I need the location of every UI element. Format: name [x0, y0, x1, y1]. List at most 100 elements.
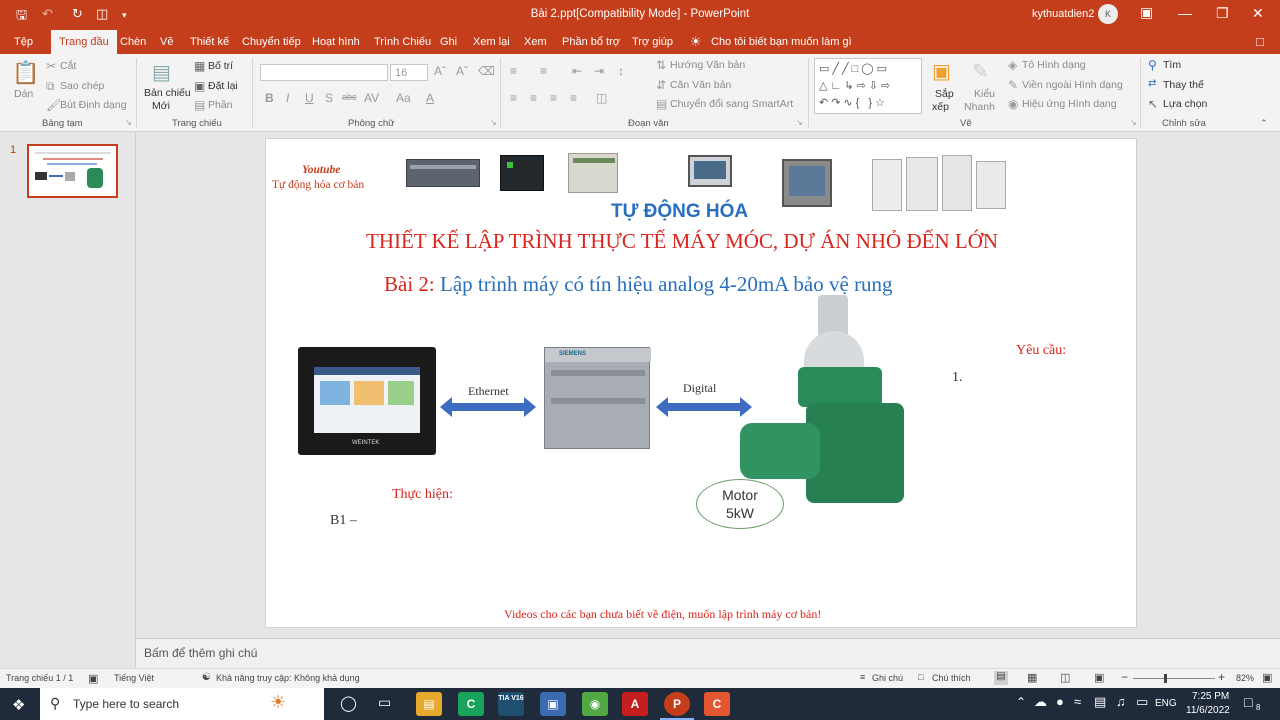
wifi-icon[interactable]: ≈: [1074, 694, 1081, 709]
decrease-indent-icon[interactable]: ⇤: [572, 64, 582, 78]
slide-sorter-icon[interactable]: ▦: [1027, 671, 1037, 684]
align-text-button[interactable]: Căn Văn bản: [670, 79, 731, 91]
onedrive-icon[interactable]: ☁: [1034, 694, 1047, 710]
slide-thumbnail[interactable]: [27, 144, 118, 198]
shapes-gallery[interactable]: ▭╱╱□◯▭ △∟↳⇨⇩⇨ ↶↷∿{ }☆: [814, 58, 922, 114]
clipboard-launcher-icon[interactable]: ↘: [125, 118, 132, 127]
paste-button[interactable]: Dán: [14, 88, 33, 100]
acrobat-icon[interactable]: A: [622, 692, 648, 716]
font-name-select[interactable]: [260, 64, 388, 81]
format-painter-button[interactable]: Bút Định dạng: [60, 99, 127, 111]
close-icon[interactable]: ✕: [1252, 5, 1264, 22]
task-view-icon[interactable]: ▭: [378, 694, 391, 711]
shadow-button[interactable]: S: [325, 91, 333, 105]
minimize-icon[interactable]: —: [1178, 5, 1192, 21]
tab-animations[interactable]: Hoạt hình: [312, 36, 360, 48]
shape-effects-button[interactable]: Hiệu ứng Hình dạng: [1022, 98, 1117, 110]
tab-draw[interactable]: Vẽ: [160, 36, 173, 48]
layout-button[interactable]: Bố trí: [208, 60, 233, 72]
zoom-slider[interactable]: [1133, 678, 1215, 679]
drawing-launcher-icon[interactable]: ↘: [1130, 118, 1137, 127]
zoom-slider-thumb[interactable]: [1164, 674, 1167, 683]
notes-placeholder[interactable]: Bấm để thêm ghi chú: [144, 646, 257, 660]
tab-transitions[interactable]: Chuyển tiếp: [242, 36, 301, 48]
battery-icon[interactable]: ▭: [1136, 694, 1148, 710]
language-label[interactable]: Tiếng Việt: [114, 673, 154, 683]
windows-start-icon[interactable]: ❖: [12, 696, 25, 714]
arrange-icon[interactable]: ▣: [932, 59, 951, 84]
taskbar-search-placeholder[interactable]: Type here to search: [73, 697, 179, 711]
zoom-out-icon[interactable]: −: [1121, 670, 1128, 684]
notes-button[interactable]: Ghi chú: [872, 673, 903, 683]
fit-slide-icon[interactable]: ▣: [1262, 671, 1272, 684]
text-direction-button[interactable]: Hướng Văn bản: [670, 59, 745, 71]
align-center-icon[interactable]: ≡: [530, 91, 537, 105]
powerpoint-taskbar-icon[interactable]: P: [664, 692, 690, 716]
microphone-icon[interactable]: ●: [1056, 694, 1064, 709]
new-slide-button[interactable]: Bản chiếu: [144, 87, 191, 99]
tab-slideshow[interactable]: Trình Chiếu: [374, 36, 431, 48]
notes-pane[interactable]: Bấm để thêm ghi chú: [136, 638, 1280, 668]
find-button[interactable]: Tìm: [1163, 59, 1181, 71]
font-launcher-icon[interactable]: ↘: [490, 118, 497, 127]
bullets-icon[interactable]: ≡: [510, 64, 517, 78]
char-spacing-button[interactable]: AV: [364, 91, 379, 105]
camtasia-recorder-icon[interactable]: C: [704, 692, 730, 716]
user-name[interactable]: kythuatdien2: [1032, 8, 1094, 20]
new-slide-icon[interactable]: ▤: [152, 60, 171, 85]
bold-button[interactable]: B: [265, 91, 274, 105]
recorder-app-icon[interactable]: ◉: [582, 692, 608, 716]
line-spacing-icon[interactable]: ↕: [618, 64, 624, 78]
normal-view-icon[interactable]: ▤: [994, 671, 1008, 685]
reset-button[interactable]: Đặt lại: [208, 80, 238, 92]
accessibility-status[interactable]: Khả năng truy cập: Không khả dụng: [216, 673, 360, 683]
align-left-icon[interactable]: ≡: [510, 91, 517, 105]
numbering-icon[interactable]: ≡: [540, 64, 547, 78]
tell-me-search[interactable]: Cho tôi biết bạn muốn làm gì: [711, 36, 852, 48]
tab-insert[interactable]: Chèn: [120, 36, 146, 48]
change-case-button[interactable]: Aa: [396, 91, 411, 105]
paragraph-launcher-icon[interactable]: ↘: [796, 118, 803, 127]
paste-icon[interactable]: 📋: [12, 60, 39, 86]
shape-fill-button[interactable]: Tô Hình dạng: [1022, 59, 1086, 71]
cortana-icon[interactable]: ◯: [340, 694, 357, 712]
zoom-level[interactable]: 82%: [1236, 673, 1254, 683]
select-button[interactable]: Lựa chọn: [1163, 98, 1207, 110]
increase-indent-icon[interactable]: ⇥: [594, 64, 604, 78]
font-color-button[interactable]: A: [426, 91, 434, 105]
file-explorer-icon[interactable]: ▤: [416, 692, 442, 716]
copy-button[interactable]: Sao chép: [60, 80, 104, 92]
tab-addins[interactable]: Phần bổ trợ: [562, 36, 620, 48]
comments-button[interactable]: Chú thích: [932, 673, 971, 683]
slide-canvas[interactable]: Youtube Tự động hóa cơ bản TỰ ĐỘNG HÓA T…: [265, 138, 1137, 628]
taskbar-search-box[interactable]: ⚲ Type here to search ☀: [40, 688, 324, 720]
convert-smartart-button[interactable]: Chuyển đổi sang SmartArt: [670, 98, 793, 110]
clock-date[interactable]: 11/6/2022: [1186, 705, 1230, 716]
camtasia-icon[interactable]: C: [458, 692, 484, 716]
tab-file[interactable]: Tệp: [14, 36, 33, 48]
tab-view[interactable]: Xem: [524, 36, 547, 48]
volume-icon[interactable]: ♫: [1116, 694, 1126, 709]
grow-font-icon[interactable]: Aˆ: [434, 64, 446, 78]
font-size-select[interactable]: 16: [390, 64, 428, 81]
section-button[interactable]: Phần: [208, 99, 233, 111]
quick-styles-icon[interactable]: ✎: [972, 59, 989, 84]
columns-icon[interactable]: ◫: [596, 91, 607, 105]
tab-home[interactable]: Trang đầu: [51, 30, 117, 54]
tab-record[interactable]: Ghi: [440, 36, 457, 48]
network-icon[interactable]: ▤: [1094, 694, 1106, 710]
arrange-button[interactable]: Sắp: [935, 88, 954, 100]
italic-button[interactable]: I: [286, 91, 289, 105]
underline-button[interactable]: U: [305, 91, 314, 105]
tray-overflow-icon[interactable]: ⌃: [1016, 695, 1026, 709]
comments-icon[interactable]: □: [1256, 34, 1264, 49]
tab-design[interactable]: Thiết kế: [190, 36, 229, 48]
strikethrough-button[interactable]: abc: [342, 92, 357, 102]
cut-button[interactable]: Cắt: [60, 60, 76, 72]
collapse-ribbon-icon[interactable]: ⌃: [1260, 118, 1268, 129]
replace-button[interactable]: Thay thế: [1163, 79, 1204, 91]
tia-portal-icon[interactable]: TIA V16: [498, 692, 524, 716]
align-right-icon[interactable]: ≡: [550, 91, 557, 105]
slideshow-icon[interactable]: ▣: [1094, 671, 1104, 684]
quick-styles-button[interactable]: Kiểu: [974, 88, 995, 100]
